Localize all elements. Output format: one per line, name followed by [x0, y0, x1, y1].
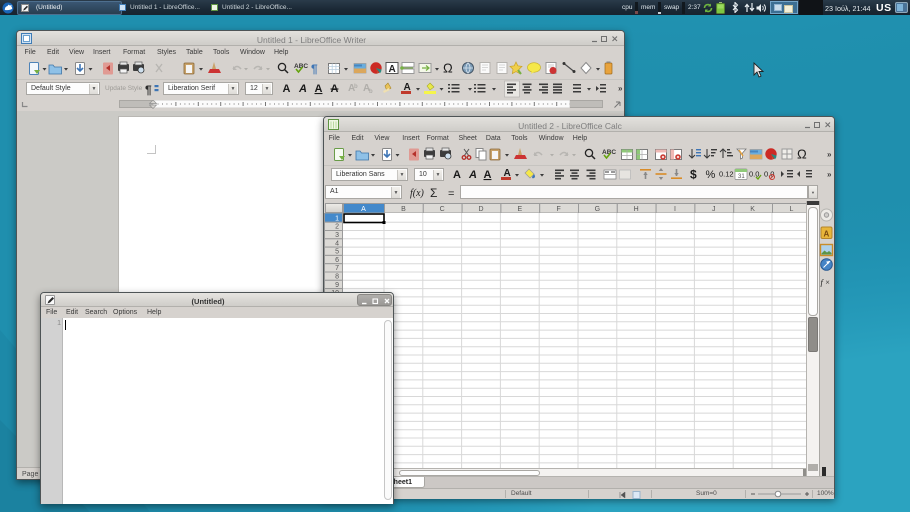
svg-text:A: A — [389, 64, 396, 75]
svg-text:f(x): f(x) — [410, 188, 425, 199]
svg-text:f ×: f × — [821, 277, 831, 287]
svg-text:J: J — [712, 206, 716, 213]
svg-text:Σ: Σ — [430, 186, 437, 200]
svg-text:6: 6 — [335, 257, 339, 264]
svg-text:$: $ — [690, 168, 697, 182]
svg-text:»: » — [827, 170, 832, 179]
svg-text:Ω: Ω — [443, 61, 453, 76]
svg-text:G: G — [595, 206, 600, 213]
svg-text:A: A — [283, 83, 291, 95]
svg-text:A: A — [824, 230, 830, 239]
svg-text:2: 2 — [335, 224, 339, 231]
svg-text:7: 7 — [335, 265, 339, 272]
svg-text:E: E — [517, 206, 522, 213]
svg-text:31: 31 — [738, 174, 745, 180]
svg-text:A: A — [298, 83, 307, 95]
svg-text:%: % — [706, 169, 716, 181]
svg-text:A: A — [484, 169, 492, 181]
svg-text:I: I — [674, 206, 676, 213]
svg-text:A: A — [315, 83, 323, 95]
svg-text:H: H — [634, 206, 639, 213]
svg-text:B: B — [401, 206, 406, 213]
svg-text:C: C — [440, 206, 445, 213]
svg-text:A: A — [331, 83, 339, 95]
svg-text:A: A — [453, 169, 461, 181]
svg-text:»: » — [827, 150, 832, 159]
svg-text:A: A — [361, 206, 366, 213]
svg-text:4: 4 — [335, 240, 339, 247]
svg-text:A: A — [468, 169, 477, 181]
svg-text:3: 3 — [335, 232, 339, 239]
svg-text:b: b — [369, 89, 373, 95]
svg-text:9: 9 — [335, 282, 339, 289]
svg-text:5: 5 — [335, 249, 339, 256]
svg-text:0.0: 0.0 — [749, 170, 759, 179]
svg-text:1: 1 — [335, 215, 339, 222]
svg-text:8: 8 — [335, 274, 339, 281]
svg-text:F: F — [556, 206, 560, 213]
svg-text:b: b — [354, 84, 358, 90]
svg-text:D: D — [478, 206, 483, 213]
svg-text:0.12: 0.12 — [719, 170, 734, 179]
svg-text:¶: ¶ — [311, 62, 318, 76]
svg-text:Ω: Ω — [797, 147, 807, 162]
svg-text:=: = — [448, 188, 454, 200]
svg-text:»: » — [618, 84, 623, 93]
svg-text:L: L — [789, 206, 793, 213]
svg-text:K: K — [750, 206, 755, 213]
